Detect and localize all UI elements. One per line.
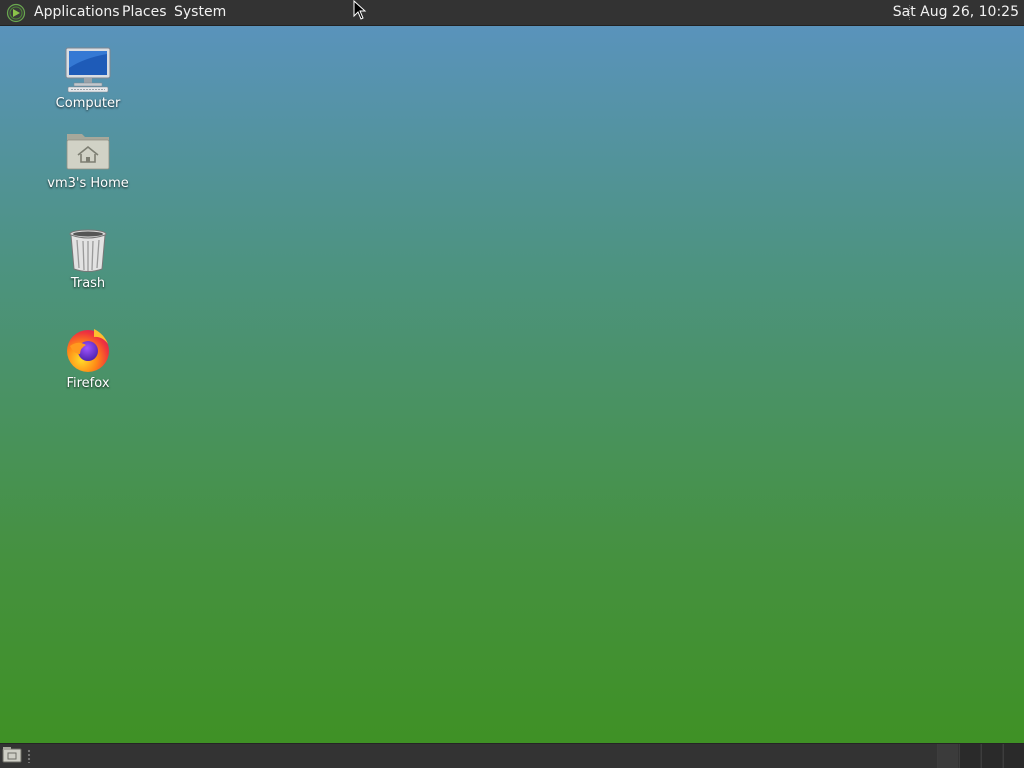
workspace-1[interactable]: [937, 744, 958, 768]
desktop-icon-label: Firefox: [66, 376, 110, 391]
menu-places[interactable]: Places: [122, 4, 167, 21]
mate-menu-logo-icon[interactable]: [6, 3, 26, 23]
bottom-panel: [0, 743, 1024, 768]
desktop-icon-computer[interactable]: Computer: [40, 46, 136, 111]
desktop-icon-label: Computer: [55, 96, 121, 111]
computer-icon: [65, 47, 111, 93]
workspace-2[interactable]: [959, 744, 980, 768]
desktop-icon-firefox[interactable]: Firefox: [40, 326, 136, 391]
firefox-icon: [67, 329, 109, 372]
show-desktop-icon[interactable]: [2, 746, 22, 764]
workspace-4[interactable]: [1003, 744, 1024, 768]
menu-applications[interactable]: Applications: [34, 4, 120, 21]
panel-drag-handle[interactable]: [27, 749, 31, 763]
mouse-cursor-icon: [353, 0, 367, 20]
home-folder-icon: [66, 134, 110, 170]
menu-system[interactable]: System: [174, 4, 226, 21]
desktop-icon-home[interactable]: vm3's Home: [40, 126, 136, 191]
trash-icon: [69, 229, 107, 272]
clock[interactable]: Sat Aug 26, 10:25: [893, 4, 1019, 21]
desktop-icon-label: vm3's Home: [47, 176, 129, 191]
desktop-icon-label: Trash: [70, 276, 106, 291]
workspace-3[interactable]: [981, 744, 1002, 768]
top-panel: Applications Places System Sat Aug 26, 1…: [0, 0, 1024, 26]
desktop-icon-trash[interactable]: Trash: [40, 226, 136, 291]
